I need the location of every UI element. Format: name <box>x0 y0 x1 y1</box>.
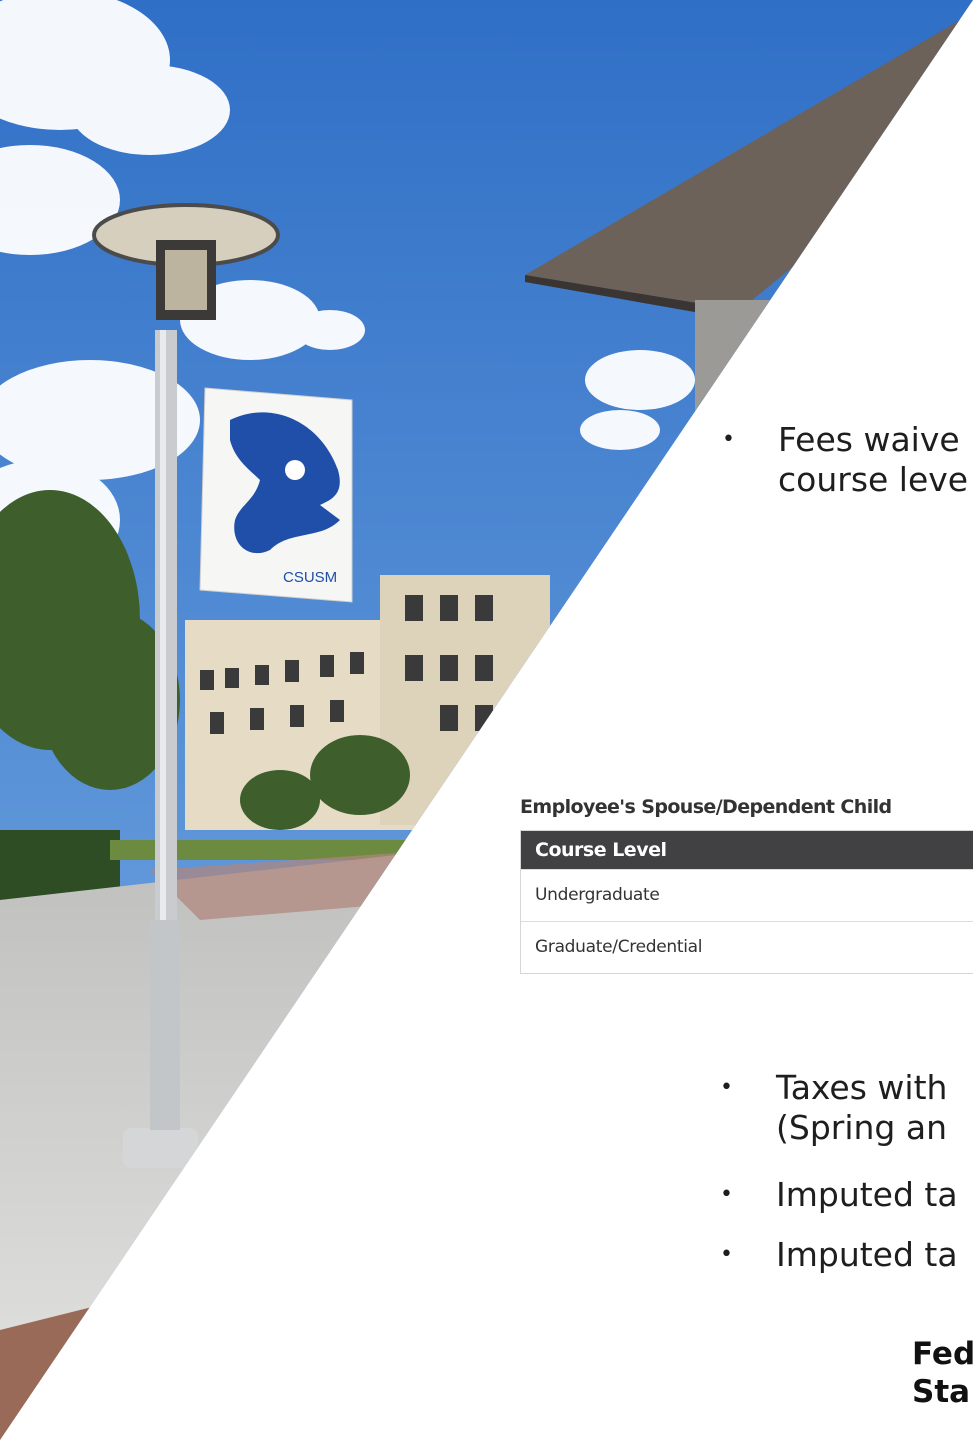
table-caption: Employee's Spouse/Dependent Child <box>520 796 892 818</box>
bullet-dot-icon: • <box>722 427 735 452</box>
bullet-dot-icon: • <box>720 1182 733 1207</box>
bullet-fees-line-1: Fees waive <box>778 420 960 459</box>
bullet-imputed-2-text: Imputed ta <box>776 1235 958 1274</box>
footer-line-1: Fed <box>912 1336 973 1372</box>
bullet-imputed-1-text: Imputed ta <box>776 1175 958 1214</box>
footer-note: Fed Sta <box>912 1335 973 1411</box>
bullet-taxes-line-1: Taxes with <box>776 1068 948 1107</box>
bullet-dot-icon: • <box>720 1075 733 1100</box>
bullet-dot-icon: • <box>720 1242 733 1267</box>
footer-line-2: Sta <box>912 1374 971 1410</box>
table-row: Undergraduate <box>521 869 973 921</box>
table-header: Course Level <box>521 831 973 869</box>
course-level-table: Course Level Undergraduate Graduate/Cred… <box>520 830 973 974</box>
campus-photo: CSUSM <box>0 0 973 1440</box>
bullet-taxes-line-2: (Spring an <box>776 1108 947 1147</box>
banner-logo-text: CSUSM <box>283 569 337 586</box>
table-row: Graduate/Credential <box>521 921 973 973</box>
bullet-fees-line-2: course leve <box>778 460 969 499</box>
